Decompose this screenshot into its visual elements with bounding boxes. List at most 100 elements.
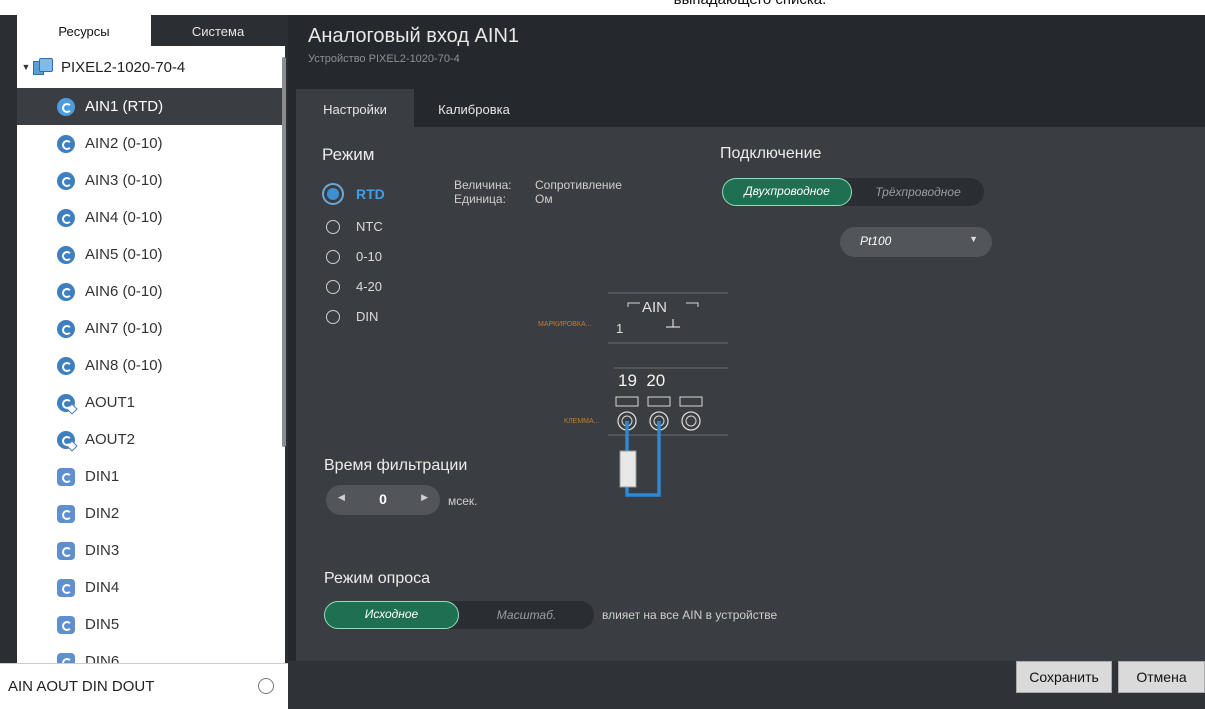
tree-item-label: DIN2 <box>85 505 120 522</box>
connection-two-wire[interactable]: Двухпроводное <box>722 178 852 206</box>
tree-scrollbar[interactable] <box>282 57 286 447</box>
wiring-diagram: МАРКИРОВКА... AIN 1 19 20 КЛЕММА... <box>536 287 756 517</box>
device-icon <box>33 58 55 76</box>
pin-number: 1 <box>616 321 624 336</box>
device-label: PIXEL2-1020-70-4 <box>61 58 186 76</box>
increment-arrow-icon[interactable]: ▶ <box>421 493 428 503</box>
tree-item-aout2[interactable]: AOUT2 <box>17 421 285 458</box>
tree-item-label: AIN5 (0-10) <box>85 246 163 263</box>
tree-item-ain8[interactable]: AIN8 (0-10) <box>17 347 285 384</box>
poll-mode-title: Режим опроса <box>324 570 431 587</box>
radio-selected[interactable] <box>322 183 344 205</box>
poll-mode-toggle[interactable]: Исходное Масштаб. <box>324 601 594 629</box>
digital-input-icon <box>57 615 75 634</box>
tree-device-node[interactable]: ▼ PIXEL2-1020-70-4 <box>17 46 285 88</box>
radio-unselected[interactable] <box>326 219 340 234</box>
tree-item-din3[interactable]: DIN3 <box>17 532 285 569</box>
analog-input-icon <box>57 97 75 116</box>
filter-time-unit: мсек. <box>448 494 478 508</box>
tree-item-label: DIN5 <box>85 616 120 633</box>
tab-calibration[interactable]: Калибровка <box>414 89 534 127</box>
digital-input-icon <box>57 541 75 560</box>
mode-option-4-20[interactable]: 4-20 <box>326 279 382 294</box>
analog-input-icon <box>57 171 75 190</box>
tree-item-aout1[interactable]: AOUT1 <box>17 384 285 421</box>
chevron-down-icon: ▼ <box>969 234 978 244</box>
tree-item-label: AIN7 (0-10) <box>85 320 163 337</box>
connection-three-wire[interactable]: Трёхпроводное <box>852 178 984 206</box>
save-button[interactable]: Сохранить <box>1016 661 1112 693</box>
sensor-type-value: Pt100 <box>860 234 892 248</box>
tree-item-din1[interactable]: DIN1 <box>17 458 285 495</box>
cancel-button[interactable]: Отмена <box>1118 661 1205 693</box>
left-panel: Ресурсы Система ▼ PIXEL2-1020-70-4 AIN1 … <box>0 15 288 709</box>
sensor-type-select[interactable]: Pt100 ▼ <box>840 227 992 257</box>
analog-output-icon <box>57 393 75 412</box>
connection-title: Подключение <box>720 145 822 162</box>
resource-tree: ▼ PIXEL2-1020-70-4 AIN1 (RTD) AIN2 (0-10… <box>17 46 285 670</box>
digital-input-icon <box>57 467 75 486</box>
tree-item-ain1[interactable]: AIN1 (RTD) <box>17 88 285 125</box>
tree-item-label: AIN8 (0-10) <box>85 357 163 374</box>
filter-radio[interactable] <box>258 678 274 694</box>
tree-item-label: AIN4 (0-10) <box>85 209 163 226</box>
filter-time-title: Время фильтрации <box>324 457 468 474</box>
poll-mode-note: влияет на все AIN в устройстве <box>602 608 778 622</box>
unit-value: Ом <box>535 192 553 206</box>
ain-label: AIN <box>642 299 668 316</box>
tree-item-ain3[interactable]: AIN3 (0-10) <box>17 162 285 199</box>
analog-input-icon <box>57 319 75 338</box>
analog-output-icon <box>57 430 75 449</box>
filter-label: AIN AOUT DIN DOUT <box>8 678 155 695</box>
poll-mode-original[interactable]: Исходное <box>324 601 459 629</box>
tree-item-ain4[interactable]: AIN4 (0-10) <box>17 199 285 236</box>
tree-item-label: AIN3 (0-10) <box>85 172 163 189</box>
tab-resources[interactable]: Ресурсы <box>17 15 151 46</box>
tree-item-din2[interactable]: DIN2 <box>17 495 285 532</box>
terminal-label: КЛЕММА... <box>564 418 600 425</box>
terminal-numbers: 19 20 <box>618 371 666 390</box>
tree-item-ain5[interactable]: AIN5 (0-10) <box>17 236 285 273</box>
tree-item-ain2[interactable]: AIN2 (0-10) <box>17 125 285 162</box>
mode-option-rtd[interactable]: RTD <box>322 183 385 205</box>
expand-arrow-icon[interactable]: ▼ <box>19 62 33 72</box>
radio-unselected[interactable] <box>326 249 340 264</box>
tree-item-label: AIN1 (RTD) <box>85 98 164 115</box>
marking-label: МАРКИРОВКА... <box>538 321 592 328</box>
analog-input-icon <box>57 245 75 264</box>
digital-input-icon <box>57 504 75 523</box>
main-area: Аналоговый вход AIN1 Устройство PIXEL2-1… <box>288 15 1205 709</box>
tree-item-label: DIN4 <box>85 579 120 596</box>
settings-panel: Режим RTD NTC 0-10 4-20 DIN Величина: Со… <box>296 127 1205 661</box>
digital-input-icon <box>57 578 75 597</box>
tree-item-din5[interactable]: DIN5 <box>17 606 285 643</box>
radio-unselected[interactable] <box>326 279 340 294</box>
quantity-label: Величина: <box>454 178 512 192</box>
mode-option-0-10[interactable]: 0-10 <box>326 249 382 264</box>
left-tabs: Ресурсы Система <box>17 15 285 46</box>
tab-settings[interactable]: Настройки <box>296 89 414 127</box>
tree-item-label: AIN2 (0-10) <box>85 135 163 152</box>
tree-item-ain7[interactable]: AIN7 (0-10) <box>17 310 285 347</box>
quantity-value: Сопротивление <box>535 178 622 192</box>
filter-time-stepper[interactable]: ◀ 0 ▶ <box>326 485 440 515</box>
poll-mode-scaled[interactable]: Масштаб. <box>459 601 594 629</box>
tree-item-label: AIN6 (0-10) <box>85 283 163 300</box>
analog-input-icon <box>57 356 75 375</box>
tree-item-ain6[interactable]: AIN6 (0-10) <box>17 273 285 310</box>
mode-title: Режим <box>322 145 375 164</box>
analog-input-icon <box>57 208 75 227</box>
tree-item-label: AOUT2 <box>85 431 136 448</box>
mode-option-ntc[interactable]: NTC <box>326 219 383 234</box>
mode-option-din[interactable]: DIN <box>326 309 378 324</box>
radio-unselected[interactable] <box>326 309 340 324</box>
tab-system[interactable]: Система <box>151 15 285 46</box>
tree-item-label: DIN1 <box>85 468 120 485</box>
tree-item-label: DIN3 <box>85 542 120 559</box>
top-caption: выпадающего списка. <box>600 0 900 8</box>
connection-toggle[interactable]: Двухпроводное Трёхпроводное <box>722 178 984 206</box>
analog-input-icon <box>57 134 75 153</box>
tree-item-din4[interactable]: DIN4 <box>17 569 285 606</box>
page-title: Аналоговый вход AIN1 <box>308 25 520 47</box>
resource-filter-bar: AIN AOUT DIN DOUT <box>0 663 288 709</box>
